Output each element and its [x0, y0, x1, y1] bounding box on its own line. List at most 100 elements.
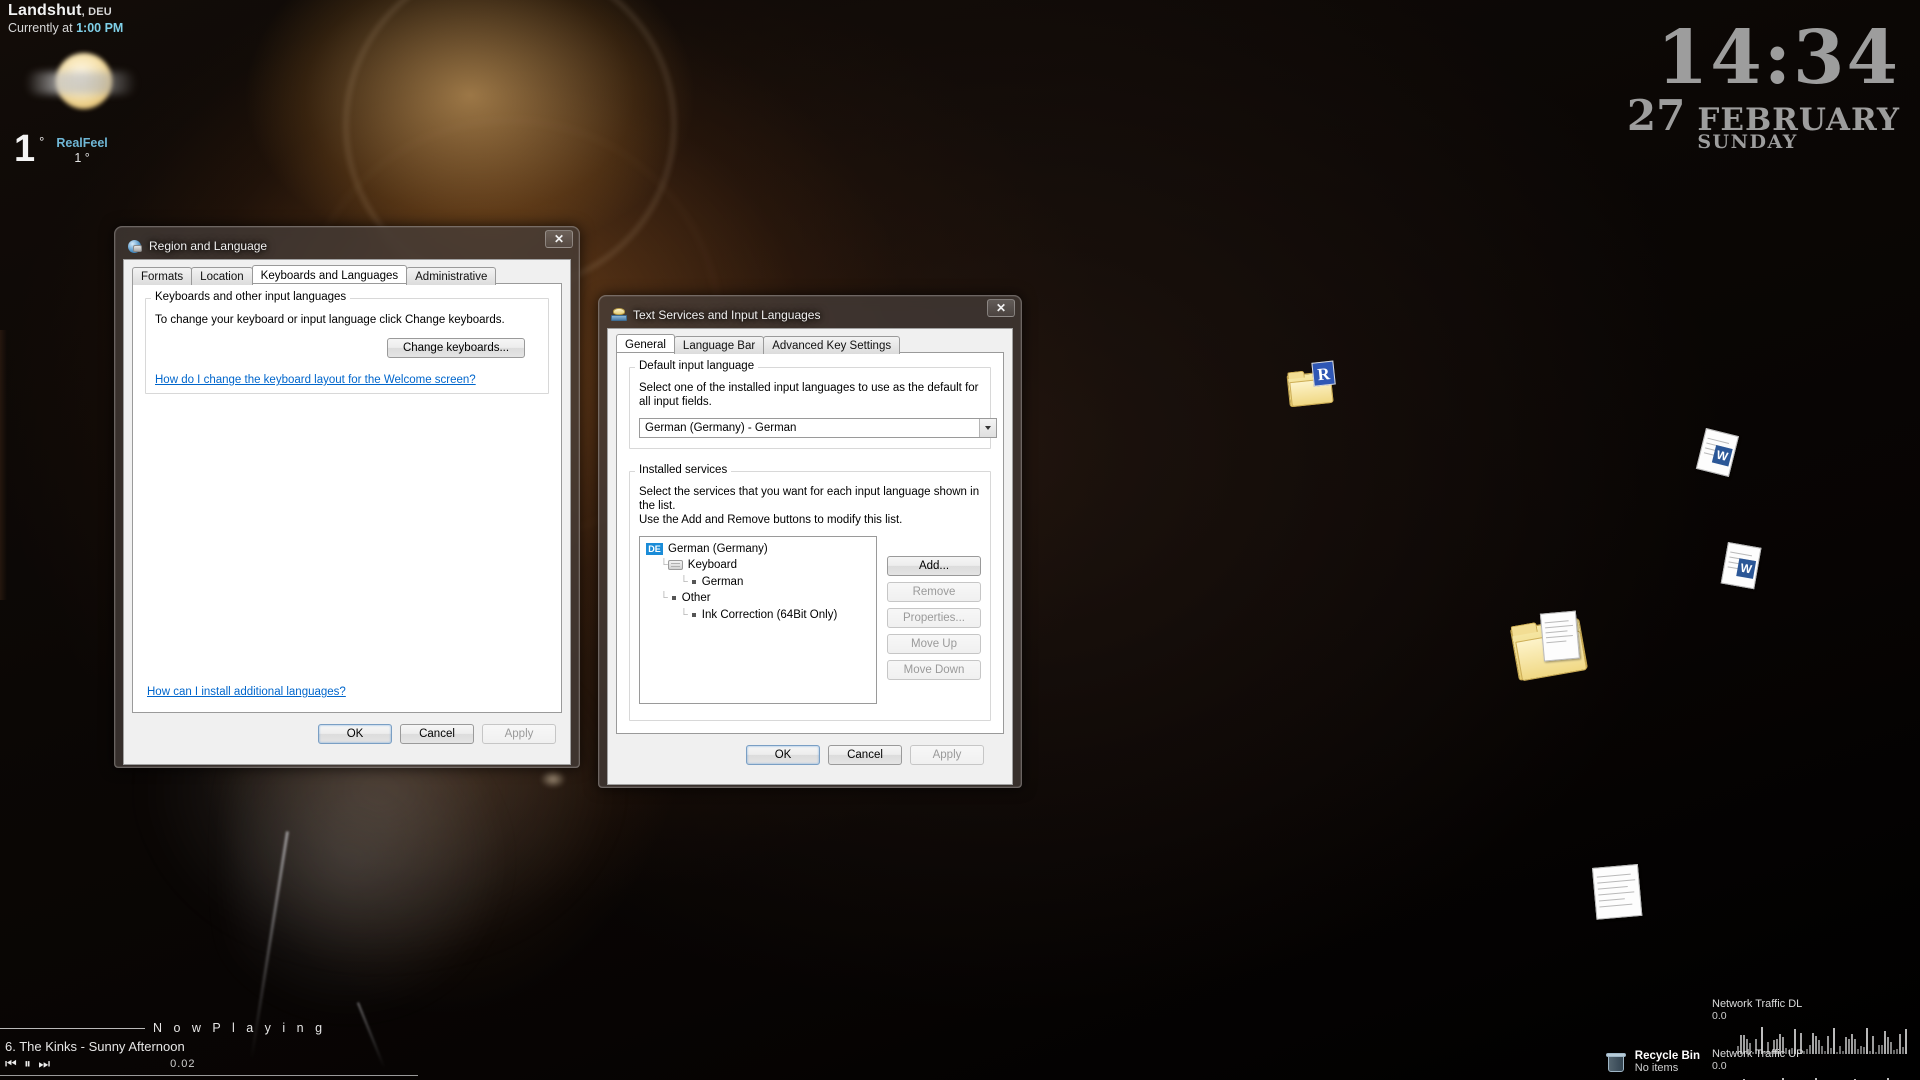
open-folder-stack[interactable]: [1510, 610, 1591, 684]
tree-connector: └: [660, 559, 668, 572]
installed-services-description-2: Use the Add and Remove buttons to modify…: [639, 514, 903, 526]
chevron-down-icon[interactable]: [979, 419, 996, 437]
clock-day: 27: [1626, 91, 1686, 140]
tab-keyboards-and-languages[interactable]: Keyboards and Languages: [251, 265, 408, 283]
textsvc-dialog-client: General Language Bar Advanced Key Settin…: [607, 328, 1013, 785]
weather-realfeel-label: RealFeel: [56, 136, 108, 150]
install-languages-help-link[interactable]: How can I install additional languages?: [147, 686, 346, 698]
region-dialog-client: Formats Location Keyboards and Languages…: [123, 259, 571, 765]
region-dialog-title: Region and Language: [149, 239, 268, 253]
keyboards-groupbox: Keyboards and other input languages To c…: [145, 291, 549, 394]
weather-realfeel-value: 1 °: [74, 151, 90, 165]
tree-connector: └: [680, 575, 688, 588]
properties-button: Properties...: [887, 608, 981, 628]
tree-item-keyboard[interactable]: └ Keyboard: [644, 559, 872, 573]
de-language-icon: DE: [646, 542, 663, 555]
welcome-screen-help-link[interactable]: How do I change the keyboard layout for …: [155, 374, 476, 386]
tree-item-label: Keyboard: [687, 559, 738, 572]
bullet-icon: [671, 596, 676, 601]
tree-connector: └: [680, 608, 688, 621]
clock-gadget[interactable]: 14:34 27 FEBRUARY SUNDAY: [1626, 15, 1900, 154]
tree-connector: └: [660, 592, 668, 605]
region-settings-icon: [127, 238, 143, 254]
tab-general[interactable]: General: [616, 334, 675, 352]
textsvc-dialog-tabs[interactable]: General Language Bar Advanced Key Settin…: [608, 329, 1012, 354]
bullet-icon: [691, 579, 696, 584]
remove-button: Remove: [887, 582, 981, 602]
tree-item-label: German: [701, 575, 744, 588]
network-traffic-ul-gadget[interactable]: Network Traffic UP 0.0: [1712, 1048, 1912, 1080]
tree-item-german[interactable]: └ German: [644, 575, 872, 589]
installed-services-side-buttons: Add... Remove Properties... Move Up Move…: [887, 536, 981, 704]
tree-item-language[interactable]: DE German (Germany): [644, 542, 872, 556]
weather-city: Landshut, DEU: [8, 2, 112, 19]
textsvc-apply-button: Apply: [910, 745, 984, 765]
recycle-bin[interactable]: Recycle Bin No items: [1605, 1050, 1700, 1074]
tree-item-label: Other: [681, 592, 711, 605]
bullet-icon: [691, 612, 696, 617]
tree-item-other[interactable]: └ Other: [644, 592, 872, 606]
textsvc-cancel-button[interactable]: Cancel: [828, 745, 902, 765]
recycle-bin-icon: [1605, 1051, 1627, 1073]
network-traffic-dl-gadget[interactable]: Network Traffic DL 0.0: [1712, 998, 1912, 1054]
media-transport-controls[interactable]: ⏮ ⏸ ⏭: [5, 1056, 52, 1072]
tree-item-label: Ink Correction (64Bit Only): [701, 608, 838, 621]
keyboards-groupbox-title: Keyboards and other input languages: [151, 291, 351, 303]
move-up-button: Move Up: [887, 634, 981, 654]
textsvc-ok-button[interactable]: OK: [746, 745, 820, 765]
add-button[interactable]: Add...: [887, 556, 981, 576]
region-dialog-tab-body: Keyboards and other input languages To c…: [132, 283, 562, 713]
default-input-language-groupbox: Default input language Select one of the…: [629, 360, 997, 449]
r-badge-icon: R: [1311, 360, 1336, 387]
sun-behind-cloud-icon: [26, 50, 136, 112]
textsvc-dialog-titlebar[interactable]: Text Services and Input Languages ✕: [607, 299, 1015, 326]
keyboard-icon: [667, 560, 683, 571]
installed-services-tree[interactable]: DE German (Germany) └ Keyboard └ German …: [639, 536, 877, 704]
move-down-button: Move Down: [887, 660, 981, 680]
network-ul-label: Network Traffic UP: [1712, 1048, 1804, 1060]
tree-item-label: German (Germany): [668, 542, 768, 555]
folder-with-r-badge[interactable]: R: [1286, 360, 1336, 409]
wallpaper-smoke-2: [230, 740, 530, 1040]
now-playing-track: 6. The Kinks - Sunny Afternoon: [5, 1039, 185, 1054]
tree-item-ink-correction[interactable]: └ Ink Correction (64Bit Only): [644, 608, 872, 622]
degree-icon: °: [39, 134, 45, 149]
textsvc-dialog-tab-body: Default input language Select one of the…: [616, 352, 1004, 734]
default-input-language-combobox[interactable]: German (Germany) - German: [639, 418, 997, 438]
tab-formats[interactable]: Formats: [132, 267, 193, 285]
weather-current-time: 1:00 PM: [76, 21, 124, 35]
tab-advanced-key-settings[interactable]: Advanced Key Settings: [763, 336, 901, 354]
default-input-language-value: German (Germany) - German: [645, 422, 797, 434]
region-cancel-button[interactable]: Cancel: [400, 724, 474, 744]
wallpaper-left-edge: [0, 330, 7, 600]
region-dialog-titlebar[interactable]: Region and Language ✕: [123, 230, 573, 257]
weather-country: , DEU: [81, 6, 112, 18]
divider: [0, 1027, 145, 1029]
region-dialog-tabs[interactable]: Formats Location Keyboards and Languages…: [124, 260, 570, 285]
tab-administrative[interactable]: Administrative: [406, 267, 497, 285]
now-playing-label: N o w P l a y i n g: [153, 1021, 327, 1035]
weather-gadget[interactable]: Landshut, DEU Currently at 1:00 PM 1 ° R…: [8, 2, 218, 197]
word-icon: W: [1736, 558, 1757, 579]
weather-temperature-row: 1 ° RealFeel 1 °: [14, 130, 108, 168]
close-icon[interactable]: ✕: [987, 299, 1015, 317]
region-ok-button[interactable]: OK: [318, 724, 392, 744]
textsvc-dialog-footer: OK Cancel Apply: [608, 735, 1012, 775]
region-dialog-footer: OK Cancel Apply: [124, 714, 570, 754]
now-playing-gadget[interactable]: N o w P l a y i n g 6. The Kinks - Sunny…: [0, 1021, 420, 1076]
text-services-and-input-languages-dialog[interactable]: Text Services and Input Languages ✕ Gene…: [598, 295, 1022, 788]
region-and-language-dialog[interactable]: Region and Language ✕ Formats Location K…: [114, 226, 580, 768]
clock-time: 14:34: [1656, 15, 1900, 101]
recycle-bin-subtitle: No items: [1634, 1062, 1679, 1074]
close-icon[interactable]: ✕: [545, 230, 573, 248]
region-apply-button: Apply: [482, 724, 556, 744]
clock-date-row: 27 FEBRUARY SUNDAY: [1626, 91, 1900, 154]
textsvc-dialog-title: Text Services and Input Languages: [633, 308, 821, 322]
change-keyboards-button[interactable]: Change keyboards...: [387, 338, 525, 358]
keyboards-description: To change your keyboard or input languag…: [155, 314, 505, 326]
tab-language-bar[interactable]: Language Bar: [673, 336, 765, 354]
tab-location[interactable]: Location: [191, 267, 253, 285]
default-input-language-title: Default input language: [635, 360, 759, 372]
network-dl-label: Network Traffic DL: [1712, 998, 1803, 1010]
now-playing-header: N o w P l a y i n g: [0, 1021, 420, 1035]
